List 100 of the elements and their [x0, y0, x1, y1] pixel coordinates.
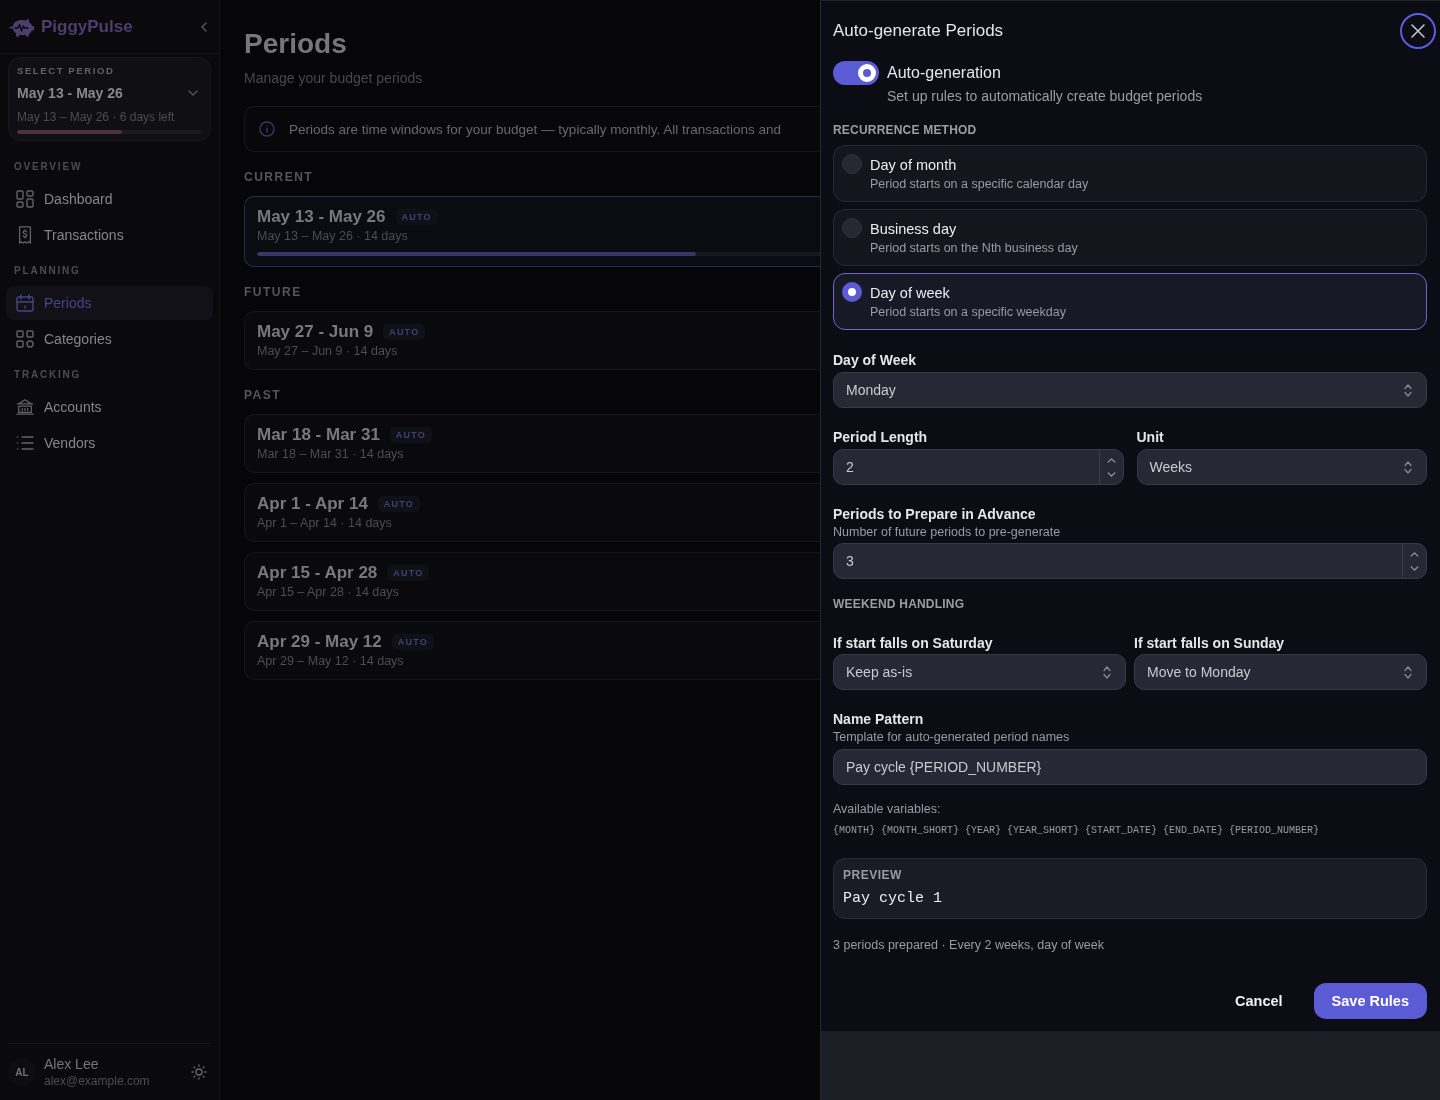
calendar-icon — [16, 294, 34, 312]
period-title: Mar 18 - Mar 31 — [257, 424, 380, 446]
nav-item[interactable]: Dashboard — [6, 182, 213, 216]
option-title: Day of month — [870, 156, 957, 175]
radio-button[interactable] — [842, 154, 862, 174]
option-card[interactable]: Day of month Period starts on a specific calendar day — [833, 145, 1427, 202]
period-title: Apr 29 - May 12 — [257, 631, 382, 653]
variable-token: {MONTH_SHORT} — [881, 824, 960, 838]
variable-token: {MONTH} — [833, 824, 875, 838]
period-card[interactable]: Apr 29 - May 12 AUTO Apr 29 – May 12 · 14 days — [244, 621, 820, 680]
option-card[interactable]: Business day Period starts on the Nth business day — [833, 209, 1427, 266]
field-label: If start falls on Sunday — [1134, 634, 1285, 653]
piggy-bank-icon — [9, 16, 35, 37]
chevron-up-icon[interactable] — [1106, 457, 1116, 463]
period-detail: Apr 15 – Apr 28 · 14 days — [257, 584, 399, 600]
option-card[interactable]: Day of week Period starts on a specific weekday — [833, 273, 1427, 330]
variable-token: {PERIOD_NUMBER} — [1229, 824, 1320, 838]
section-label: PLANNING — [13, 264, 82, 278]
selected-period: May 13 - May 26 — [17, 84, 123, 103]
field-label: Day of Week — [833, 351, 916, 370]
chevron-down-icon[interactable] — [1410, 565, 1419, 571]
period-selector[interactable]: SELECT PERIOD May 13 - May 26 May 13 – May 26 · 6 days left — [8, 57, 211, 141]
chevron-down-icon[interactable] — [188, 90, 198, 96]
sun-icon[interactable] — [191, 1064, 207, 1080]
option-description: Period starts on a specific calendar day — [870, 176, 1089, 193]
period-detail: May 13 – May 26 · 14 days — [257, 228, 408, 244]
group-label: CURRENT — [244, 169, 314, 185]
section-heading: RECURRENCE METHOD — [833, 122, 977, 138]
variable-token: {START_DATE} — [1085, 824, 1158, 838]
brand-name: PiggyPulse — [41, 16, 133, 37]
nav-item[interactable]: Transactions — [6, 218, 213, 252]
save-button[interactable]: Save Rules — [1313, 983, 1427, 1019]
chevron-down-icon[interactable] — [1106, 471, 1116, 477]
cancel-button[interactable]: Cancel — [1223, 983, 1295, 1019]
chevron-up-down-icon — [1103, 665, 1111, 679]
close-button[interactable] — [1400, 13, 1436, 49]
period-selector-label: SELECT PERIOD — [17, 65, 115, 77]
field-label: Unit — [1136, 428, 1164, 447]
period-detail: Apr 1 – Apr 14 · 14 days — [257, 515, 392, 531]
toggle-description: Set up rules to automatically create budget periods — [887, 87, 1203, 106]
section-heading: WEEKEND HANDLING — [833, 596, 965, 612]
summary-text: 3 periods prepared · Every 2 weeks, day of week — [833, 937, 1104, 953]
list-icon — [16, 434, 34, 452]
option-description: Period starts on a specific weekday — [870, 304, 1066, 321]
period-title: Apr 1 - Apr 14 — [257, 493, 368, 515]
option-title: Business day — [870, 220, 957, 239]
period-detail: May 13 – May 26 · 6 days left — [17, 109, 175, 125]
select-field[interactable]: Move to Monday — [1134, 654, 1427, 690]
period-title: Apr 15 - Apr 28 — [257, 562, 378, 584]
nav-item[interactable]: Categories — [6, 322, 213, 356]
receipt-icon — [16, 226, 34, 244]
period-detail: Mar 18 – Mar 31 · 14 days — [257, 446, 404, 462]
select-field[interactable]: Monday — [833, 372, 1427, 408]
period-detail: May 27 – Jun 9 · 14 days — [257, 343, 398, 359]
status-badge: AUTO — [389, 427, 432, 443]
chevron-up-down-icon — [1404, 665, 1412, 679]
section-label: TRACKING — [13, 368, 83, 382]
nav-item[interactable]: Accounts — [6, 390, 213, 424]
chevron-up-icon[interactable] — [1410, 551, 1419, 557]
chevron-left-icon[interactable] — [201, 21, 207, 32]
period-card[interactable]: Mar 18 - Mar 31 AUTO Mar 18 – Mar 31 · 14 days — [244, 414, 820, 473]
info-icon — [259, 121, 275, 137]
toggle-switch[interactable] — [833, 61, 879, 85]
select-field[interactable]: Weeks — [1136, 449, 1427, 485]
nav-item[interactable]: Vendors — [6, 426, 213, 460]
period-card[interactable]: May 27 - Jun 9 AUTO May 27 – Jun 9 · 14 days — [244, 311, 820, 370]
select-field[interactable]: Keep as-is — [833, 654, 1126, 690]
period-card[interactable]: May 13 - May 26 AUTO May 13 – May 26 · 14 days — [244, 196, 820, 267]
field-label: Name Pattern — [833, 710, 924, 729]
field-label: Period Length — [833, 428, 928, 447]
radio-button[interactable] — [842, 218, 862, 238]
period-card[interactable]: Apr 1 - Apr 14 AUTO Apr 1 – Apr 14 · 14 days — [244, 483, 820, 542]
field-description: Template for auto-generated period names — [833, 729, 1070, 745]
field-label: If start falls on Saturday — [833, 634, 993, 653]
status-badge: AUTO — [377, 496, 420, 512]
radio-button[interactable] — [842, 282, 862, 302]
shapes-grid-icon — [16, 330, 34, 348]
period-detail: Apr 29 – May 12 · 14 days — [257, 653, 404, 669]
option-title: Day of week — [870, 284, 950, 303]
page-title: Periods — [244, 27, 347, 61]
variable-token: {END_DATE} — [1163, 824, 1224, 838]
number-field[interactable]: 2 — [833, 449, 1124, 485]
text-field[interactable]: Pay cycle {PERIOD_NUMBER} — [833, 749, 1427, 785]
layout-grid-icon — [16, 190, 34, 208]
number-field[interactable]: 3 — [833, 543, 1427, 579]
info-text: Periods are time windows for your budget — typically monthly. All transactions and — [289, 121, 781, 137]
field-label: Periods to Prepare in Advance — [833, 505, 1036, 524]
variable-token: {YEAR_SHORT} — [1007, 824, 1080, 838]
user-avatar: AL — [8, 1058, 36, 1086]
group-label: PAST — [244, 387, 282, 403]
bank-icon — [16, 398, 34, 416]
period-title: May 13 - May 26 — [257, 206, 386, 228]
period-title: May 27 - Jun 9 — [257, 321, 374, 343]
status-badge: AUTO — [391, 634, 434, 650]
chevron-up-down-icon — [1404, 383, 1412, 397]
status-badge: AUTO — [387, 565, 430, 581]
page-subtitle: Manage your budget periods — [244, 69, 423, 88]
period-card[interactable]: Apr 15 - Apr 28 AUTO Apr 15 – Apr 28 · 14 days — [244, 552, 820, 611]
chevron-up-down-icon — [1404, 460, 1412, 474]
user-name: Alex Lee — [44, 1055, 99, 1073]
